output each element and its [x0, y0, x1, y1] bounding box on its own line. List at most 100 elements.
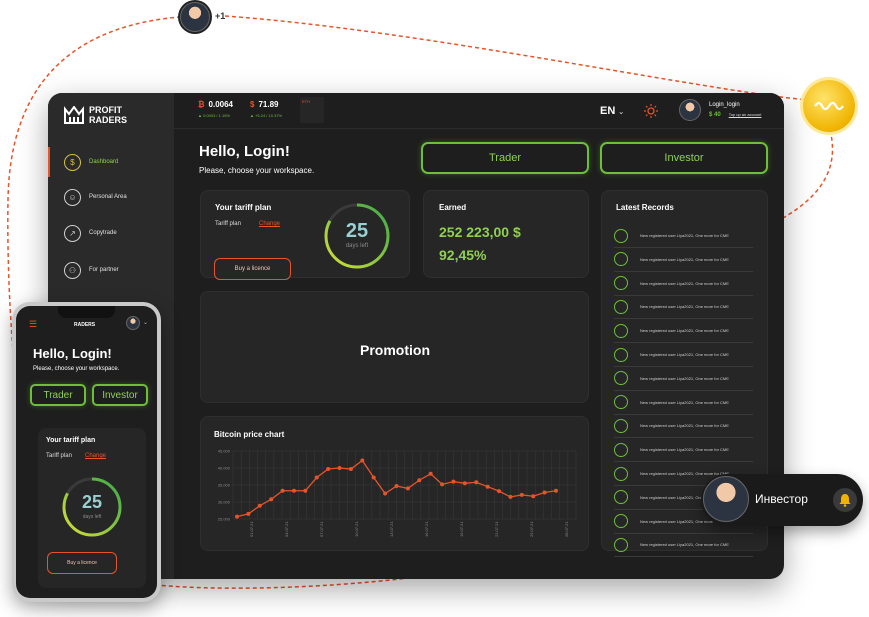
record-status-icon [614, 537, 628, 552]
record-row[interactable]: New registered user Liya2021, One more f… [614, 319, 753, 344]
mobile-brand: RADERS [74, 322, 96, 328]
record-row[interactable]: New registered user Liya2021, One more f… [614, 414, 753, 439]
ticker-btc[interactable]: ₿ 0.0064 ▲ 0.0003 / 1.15% [198, 100, 233, 118]
price-point [440, 482, 445, 487]
ticker-change: ▲ 0.0003 / 1.15% [198, 113, 230, 118]
price-point [326, 467, 331, 472]
theme-sun-icon[interactable] [644, 104, 658, 118]
sidebar-item-for-partner[interactable]: ⚇ For partner [48, 255, 174, 285]
earned-percent: 92,45% [439, 247, 487, 263]
x-tick-label: 25.07.21 [529, 521, 534, 537]
mobile-days-left-label: days left [82, 514, 102, 520]
record-row[interactable]: New registered user Liya2021, One more f… [614, 248, 753, 272]
tariff-title: Your tariff plan [215, 203, 272, 212]
bitcoin-icon: ₿ [198, 100, 205, 109]
price-point [519, 492, 524, 497]
record-status-icon [614, 395, 628, 410]
record-status-icon [614, 276, 628, 291]
user-menu[interactable]: Login_login $ 40 Top up an account [679, 99, 761, 121]
mobile-investor-button[interactable]: Investor [92, 384, 148, 406]
top-bar: ₿ 0.0064 ▲ 0.0003 / 1.15% $71.89 ▲ +5.24 … [174, 93, 784, 129]
ticker-usd[interactable]: $71.89 ▲ +5.24 / 10.37% [250, 100, 282, 118]
price-point [348, 467, 353, 472]
tariff-label: Tariff plan [215, 221, 241, 227]
price-point [269, 497, 274, 502]
days-left-value: 25 [345, 220, 369, 242]
mobile-screen: ☰ RADERS ⌄ Hello, Login! Please, choose … [16, 306, 157, 598]
record-status-icon [614, 418, 628, 433]
investor-button[interactable]: Investor [600, 142, 768, 174]
record-text: New registered user Liya2021, One more f… [640, 447, 729, 453]
tariff-change-link[interactable]: Change [259, 221, 280, 227]
ticker-change: ▲ +5.24 / 10.37% [250, 113, 283, 118]
mobile-page-title: Hello, Login! [33, 346, 112, 361]
price-point [360, 458, 365, 463]
record-text: New registered user Liya2021, One more f… [640, 233, 729, 238]
price-point [405, 486, 410, 491]
promotion-card[interactable]: Promotion [200, 291, 589, 403]
chevron-down-icon: ⌄ [618, 109, 625, 116]
record-row[interactable]: New registered user Liya2021, One more f… [614, 438, 753, 463]
bitcoin-price-chart: 25,000 30,000 35,000 40,000 45,000 01.07.21 04… [218, 449, 577, 537]
trader-button[interactable]: Trader [421, 142, 589, 174]
ticker-value: 0.0064 [208, 100, 233, 109]
price-point [554, 488, 558, 493]
price-point [291, 488, 296, 493]
record-row[interactable]: New registered user Liya2021, One more f… [614, 367, 753, 391]
sidebar-item-label: For partner [89, 267, 119, 273]
avatar [180, 2, 210, 32]
mobile-trader-button[interactable]: Trader [30, 384, 86, 406]
record-status-icon [614, 490, 628, 505]
record-row[interactable]: New registered user Liya2021, One more f… [614, 391, 753, 415]
price-point [485, 484, 490, 489]
ticker-third[interactable]: ETH [300, 97, 324, 123]
y-tick-label: 35,000 [218, 483, 231, 488]
y-tick-label: 40,000 [218, 466, 231, 471]
x-tick-label: 10.07.21 [354, 521, 359, 537]
promo-stage: PROFIT RADERS $ Dashboard ☺ Personal Area… [0, 0, 869, 617]
avatar[interactable] [126, 316, 140, 330]
price-point [303, 488, 308, 493]
record-row[interactable]: New registered user Liya2021, One more f… [614, 272, 753, 296]
sidebar-item-copytrade[interactable]: ↗ Copytrade [48, 218, 174, 248]
bitcoin-chart-card: Bitcoin price chart 25,000 30,000 35,000 40… [200, 416, 589, 551]
record-text: New registered user Liya2021, One more f… [640, 352, 729, 357]
bell-icon[interactable] [833, 488, 857, 512]
record-row[interactable]: New registered user Liya2021, One more f… [614, 224, 753, 248]
mobile-buy-licence-button[interactable]: Buy a licence [47, 552, 117, 574]
page-subtitle: Please, choose your workspace. [199, 166, 315, 175]
sidebar-item-personal-area[interactable]: ☺ Personal Area [48, 182, 174, 212]
hamburger-menu-icon[interactable]: ☰ [29, 319, 37, 330]
mobile-tariff-label: Tariff plan [46, 453, 72, 459]
price-point [280, 488, 285, 493]
investor-notification[interactable]: Инвестор [701, 474, 863, 526]
sidebar-item-dashboard[interactable]: $ Dashboard [48, 147, 174, 177]
price-point [314, 475, 319, 480]
mobile-days-left-value: 25 [81, 492, 103, 512]
mobile-tariff-change-link[interactable]: Change [85, 453, 106, 459]
sidebar-item-label: Personal Area [89, 194, 127, 200]
top-up-link[interactable]: Top up an account [729, 112, 762, 117]
buy-licence-button[interactable]: Buy a licence [214, 258, 291, 280]
x-tick-label: 04.07.21 [284, 521, 289, 537]
x-tick-label: 16.07.21 [424, 521, 429, 537]
language-select[interactable]: EN ⌄ [600, 105, 624, 117]
price-point [257, 503, 262, 508]
promotion-label: Promotion [360, 342, 430, 358]
chevron-down-icon[interactable]: ⌄ [143, 319, 148, 326]
user-name: Login_login [709, 102, 740, 108]
price-point [337, 466, 342, 470]
record-row[interactable]: New registered user Liya2021, One more f… [614, 295, 753, 320]
price-point [531, 494, 536, 499]
record-text: New registered user Liya2021, One more f… [640, 542, 729, 548]
record-row[interactable]: New registered user Liya2021, One more f… [614, 343, 753, 367]
record-status-icon [614, 228, 628, 243]
record-status-icon [614, 252, 628, 267]
brand-logo[interactable]: PROFIT RADERS [64, 105, 127, 125]
record-row[interactable]: New registered user Liya2021, One more f… [614, 533, 753, 558]
trend-icon: ↗ [64, 224, 81, 242]
page-title: Hello, Login! [199, 143, 290, 160]
dollar-icon: $ [250, 100, 255, 109]
mobile-tariff-card: Your tariff plan Tariff plan Change 25 d… [38, 428, 146, 588]
floating-user-avatar [178, 0, 212, 34]
